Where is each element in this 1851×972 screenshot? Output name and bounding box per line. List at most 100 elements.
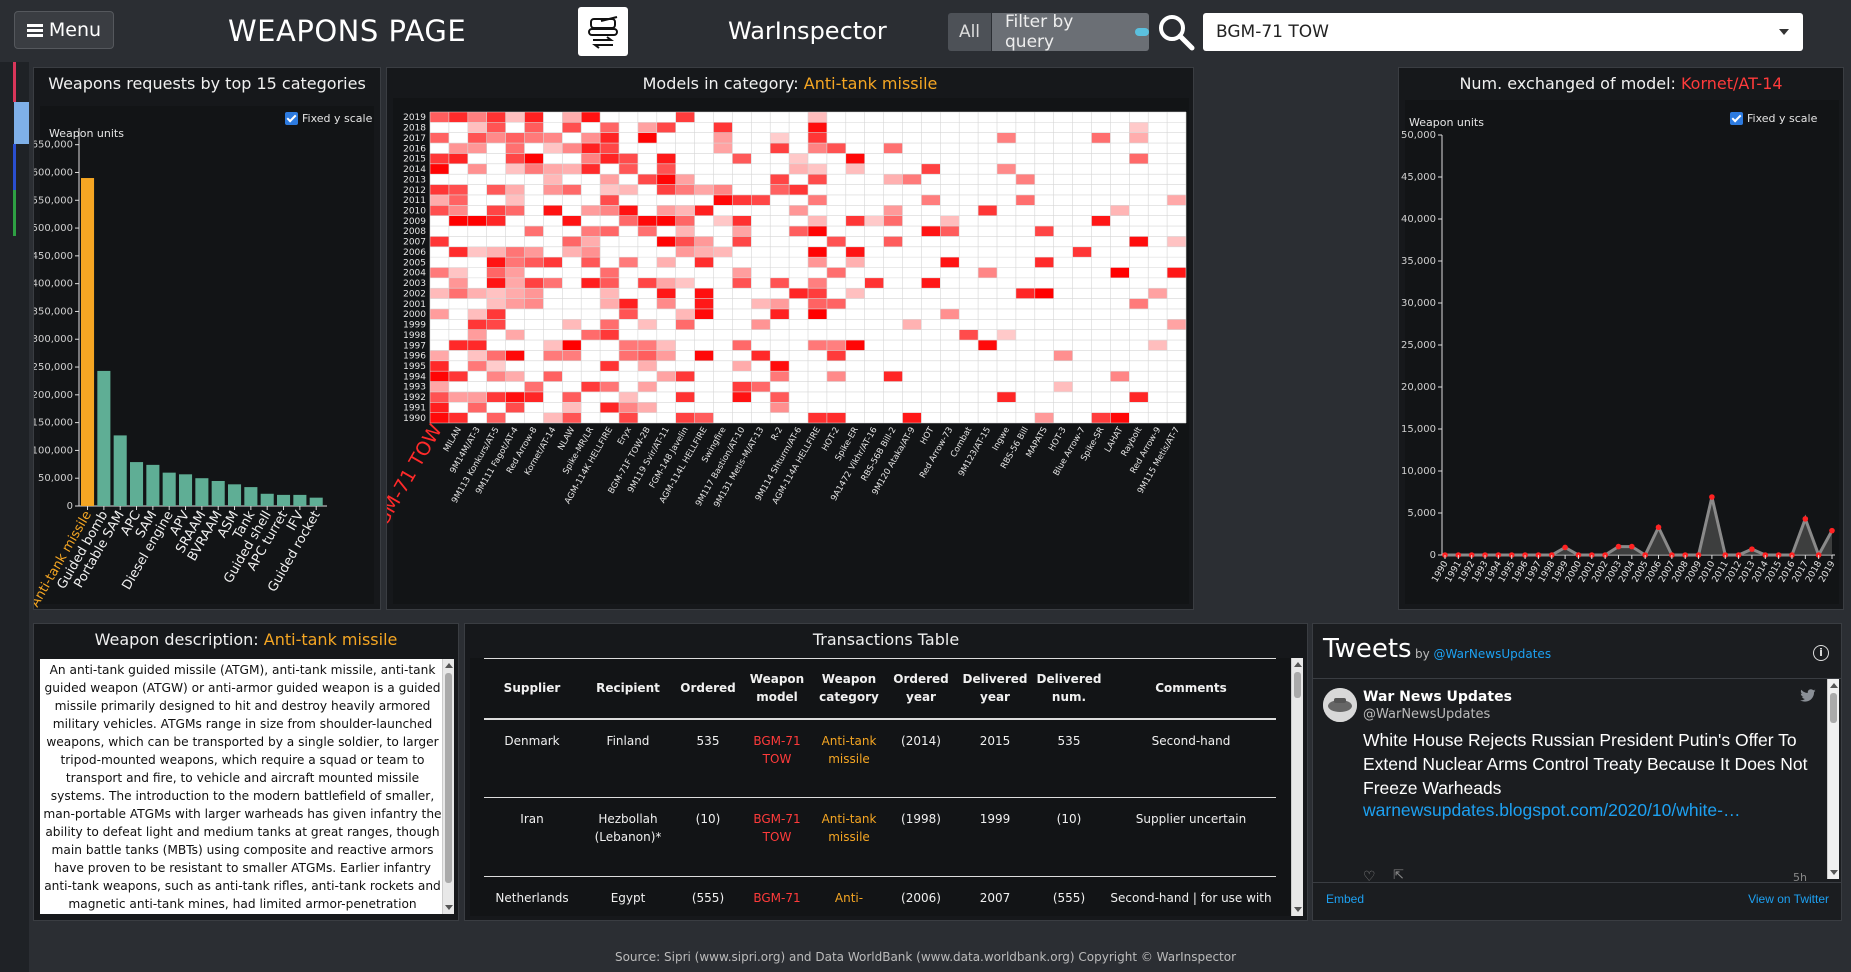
heatmap-cell [524, 153, 544, 164]
transactions-scroll-area[interactable]: Supplier Recipient Ordered Weapon model … [470, 658, 1298, 916]
checkbox-icon[interactable] [285, 112, 298, 125]
scroll-up-icon[interactable] [1830, 683, 1838, 688]
view-on-twitter-link[interactable]: View on Twitter [1748, 892, 1829, 906]
bar [293, 494, 307, 506]
y-tick-label: 400,000 [34, 279, 73, 290]
col-delivered-num[interactable]: Delivered num. [1032, 658, 1106, 720]
brand-name: WarInspector [728, 17, 887, 45]
heatmap-cell [430, 371, 449, 382]
avatar[interactable] [1323, 688, 1357, 722]
heatmap-cell [732, 277, 752, 289]
heatmap-cell [808, 412, 827, 423]
year-label: 2011 [403, 196, 426, 206]
heatmap-cell [524, 163, 544, 175]
tweets-scrollbar[interactable] [1827, 679, 1839, 879]
scroll-up-icon[interactable] [1294, 662, 1302, 667]
embed-link[interactable]: Embed [1326, 892, 1364, 906]
heatmap-cell [619, 215, 638, 227]
table-row[interactable]: Denmark Finland 535 BGM-71 TOW Anti-tank… [484, 718, 1276, 798]
heatmap-cell [656, 184, 676, 195]
heatmap-cell [562, 122, 582, 133]
y-tick-label: 0 [67, 501, 73, 512]
col-supplier[interactable]: Supplier [484, 658, 580, 720]
col-ordered-year[interactable]: Ordered year [884, 658, 958, 720]
categories-fixed-scale[interactable]: Fixed y scale [285, 112, 372, 125]
table-row[interactable]: Iran Hezbollah (Lebanon)* (10) BGM-71 TO… [484, 797, 1276, 877]
side-mark-active[interactable] [14, 102, 29, 144]
col-ordered[interactable]: Ordered [676, 658, 740, 720]
y-tick-label: 25,000 [1401, 340, 1436, 351]
heatmap-cell [826, 298, 846, 309]
heatmap-cell [751, 298, 771, 309]
heatmap-cell [808, 194, 827, 206]
heatmap-cell [826, 236, 846, 247]
year-label: 2004 [403, 269, 426, 279]
filter-by-query-button[interactable]: Filter by query [992, 12, 1149, 52]
scroll-up-icon[interactable] [445, 663, 453, 668]
heatmap-cell [600, 329, 619, 341]
scroll-down-icon[interactable] [1294, 907, 1302, 912]
info-icon[interactable]: i [1813, 645, 1829, 661]
tweets-handle-link[interactable]: @WarNewsUpdates [1434, 647, 1552, 661]
cell-recipient: Egypt [580, 876, 676, 916]
twitter-bird-icon[interactable] [1799, 689, 1817, 703]
data-point [1749, 546, 1755, 552]
heatmap-cell [505, 205, 525, 216]
heatmap-cell [562, 391, 582, 403]
heatmap-cell [808, 226, 827, 237]
share-icon[interactable]: ⇱ [1393, 868, 1404, 883]
tweet-link[interactable]: warnewsupdates.blogspot.com/2020/10/whit… [1363, 800, 1740, 821]
heatmap-cell [845, 288, 865, 299]
series-area [1445, 497, 1832, 555]
heatmap-cell [486, 215, 506, 227]
exchanged-fixed-scale[interactable]: Fixed y scale [1730, 112, 1817, 125]
heatmap-cell [997, 329, 1016, 341]
heatmap-cell [732, 391, 752, 403]
scroll-down-icon[interactable] [1830, 870, 1838, 875]
heatmap-cell [997, 132, 1016, 144]
y-tick-label: 30,000 [1401, 298, 1436, 309]
scroll-thumb[interactable] [1830, 693, 1837, 723]
cell-supplier: Netherlands [484, 876, 580, 916]
transactions-scrollbar[interactable] [1291, 658, 1303, 916]
year-label: 2008 [403, 227, 426, 237]
data-point [1802, 516, 1809, 522]
filter-all-button[interactable]: All [948, 13, 991, 51]
tweet-author-handle[interactable]: @WarNewsUpdates [1363, 707, 1490, 722]
heatmap-cell [524, 226, 544, 237]
year-label: 1991 [403, 403, 426, 413]
heatmap-cell [430, 412, 449, 423]
heatmap-cell [997, 391, 1016, 403]
scroll-thumb[interactable] [445, 673, 452, 883]
heatmap-cell [562, 236, 582, 247]
scroll-down-icon[interactable] [445, 905, 453, 910]
scroll-thumb[interactable] [1294, 672, 1301, 698]
table-row[interactable]: Netherlands Egypt (555) BGM-71 Anti- (20… [484, 876, 1276, 916]
search-icon[interactable] [1156, 12, 1196, 52]
model-select[interactable]: BGM-71 TOW [1203, 13, 1803, 51]
heatmap-cell [1072, 246, 1092, 258]
year-label: 2015 [403, 155, 426, 165]
heatmap-cell [430, 163, 449, 175]
col-comments[interactable]: Comments [1106, 658, 1276, 720]
bar [228, 484, 242, 506]
y-tick-label: 500,000 [34, 223, 73, 234]
tweet-author-name[interactable]: War News Updates [1363, 689, 1512, 705]
heatmap-cell [448, 205, 468, 216]
tank-logo-icon[interactable] [578, 7, 628, 56]
heatmap-cell [1148, 288, 1168, 299]
cell-delivered-num: (555) [1032, 876, 1106, 916]
col-recipient[interactable]: Recipient [580, 658, 676, 720]
col-delivered-year[interactable]: Delivered year [958, 658, 1032, 720]
col-weapon-model[interactable]: Weapon model [740, 658, 814, 720]
data-point [1829, 527, 1835, 534]
data-point [1615, 543, 1622, 550]
heatmap-cell [940, 308, 960, 320]
checkbox-icon[interactable] [1730, 112, 1743, 125]
heatmap-cell [808, 277, 827, 289]
heatmap-cell [619, 402, 638, 413]
menu-button[interactable]: Menu [14, 11, 114, 49]
col-weapon-category[interactable]: Weapon category [814, 658, 884, 720]
description-scrollbar[interactable] [442, 659, 454, 914]
tweets-divider-bottom [1313, 882, 1841, 883]
